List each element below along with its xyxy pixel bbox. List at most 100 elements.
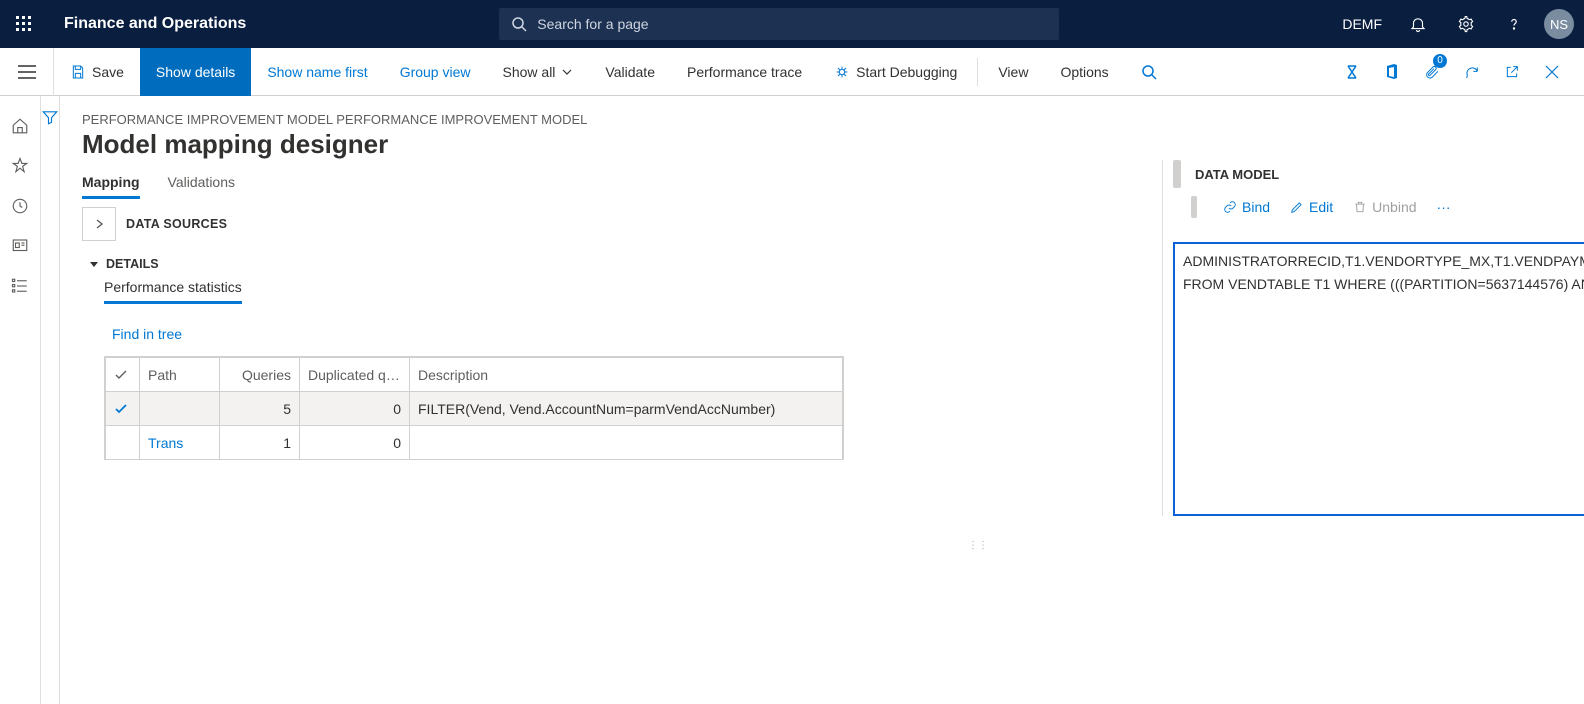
cell-description	[410, 426, 843, 460]
bug-icon	[834, 64, 850, 80]
content: PERFORMANCE IMPROVEMENT MODEL PERFORMANC…	[60, 96, 1584, 704]
tab-validations[interactable]: Validations	[168, 174, 235, 199]
close-icon[interactable]	[1534, 48, 1570, 96]
start-debug-label: Start Debugging	[856, 64, 957, 80]
unbind-button[interactable]: Unbind	[1353, 199, 1416, 215]
rail-modules-icon[interactable]	[0, 266, 40, 306]
rail-clock-icon[interactable]	[0, 186, 40, 226]
right-pane: DATA MODEL Bind Edit Unbind ··· ADMINIST…	[1162, 160, 1584, 516]
attach-icon[interactable]: 0	[1414, 48, 1450, 96]
search-wrap	[246, 8, 1332, 40]
cell-path[interactable]: Trans	[140, 426, 220, 460]
bell-icon[interactable]	[1396, 0, 1440, 48]
col-select[interactable]	[106, 358, 140, 392]
show-details-label: Show details	[156, 64, 235, 80]
attach-badge: 0	[1433, 54, 1447, 68]
group-view-button[interactable]: Group view	[384, 48, 487, 96]
left-pane: Mapping Validations DATA SOURCES DETAILS…	[82, 160, 1162, 516]
office-icon[interactable]	[1374, 48, 1410, 96]
more-button[interactable]: ···	[1437, 199, 1451, 215]
show-all-label: Show all	[503, 64, 556, 80]
group-view-label: Group view	[400, 64, 471, 80]
rail-star-icon[interactable]	[0, 146, 40, 186]
cell-duplicated: 0	[300, 426, 410, 460]
splitter-1[interactable]: ⋮⋮	[974, 536, 982, 554]
rail-workspace-icon[interactable]	[0, 226, 40, 266]
waffle-icon[interactable]	[0, 0, 48, 48]
action-bar: Save Show details Show name first Group …	[0, 48, 1584, 96]
filter-icon[interactable]	[41, 108, 59, 704]
row-select-cell[interactable]	[106, 392, 140, 426]
top-bar: Finance and Operations DEMF NS	[0, 0, 1584, 48]
hamburger-icon[interactable]	[0, 48, 54, 96]
save-icon	[70, 64, 86, 80]
search-input[interactable]	[537, 16, 1047, 32]
help-icon[interactable]	[1492, 0, 1536, 48]
top-right: DEMF NS	[1332, 0, 1584, 48]
options-button[interactable]: Options	[1044, 48, 1124, 96]
checkmark-icon	[114, 402, 128, 416]
show-name-first-button[interactable]: Show name first	[251, 48, 383, 96]
diamond-icon[interactable]	[1334, 48, 1370, 96]
edit-button[interactable]: Edit	[1290, 199, 1333, 215]
table-row[interactable]: 50FILTER(Vend, Vend.AccountNum=parmVendA…	[106, 392, 843, 426]
checkmark-icon	[114, 368, 128, 382]
grip-icon-2[interactable]	[1191, 196, 1197, 218]
breadcrumb: PERFORMANCE IMPROVEMENT MODEL PERFORMANC…	[82, 112, 1584, 127]
data-model-header: DATA MODEL	[1173, 160, 1584, 188]
row-select-cell[interactable]	[106, 426, 140, 460]
expand-datasources-button[interactable]	[82, 207, 116, 241]
col-queries[interactable]: Queries	[220, 358, 300, 392]
data-sources-label: DATA SOURCES	[126, 217, 227, 231]
cell-path[interactable]	[140, 392, 220, 426]
view-button[interactable]: View	[982, 48, 1044, 96]
unbind-label: Unbind	[1372, 199, 1416, 215]
save-label: Save	[92, 64, 124, 80]
show-details-button[interactable]: Show details	[140, 48, 251, 96]
cell-duplicated: 0	[300, 392, 410, 426]
tab-performance-statistics[interactable]: Performance statistics	[104, 279, 242, 304]
query-text-box[interactable]: ADMINISTRATORRECID,T1.VENDORTYPE_MX,T1.V…	[1173, 242, 1584, 516]
app-title: Finance and Operations	[48, 15, 246, 33]
details-label: DETAILS	[106, 257, 159, 271]
bind-button[interactable]: Bind	[1223, 199, 1270, 215]
table-row[interactable]: Trans10	[106, 426, 843, 460]
refresh-icon[interactable]	[1454, 48, 1490, 96]
actionbar-right: 0	[1334, 48, 1584, 96]
body: PERFORMANCE IMPROVEMENT MODEL PERFORMANC…	[0, 96, 1584, 704]
company-label[interactable]: DEMF	[1332, 0, 1392, 48]
pencil-icon	[1290, 200, 1304, 214]
grip-icon[interactable]	[1173, 160, 1181, 188]
cell-queries: 5	[220, 392, 300, 426]
tab-mapping[interactable]: Mapping	[82, 174, 140, 199]
performance-trace-button[interactable]: Performance trace	[671, 48, 818, 96]
search-box[interactable]	[499, 8, 1059, 40]
search-icon	[1141, 64, 1157, 80]
rail-home-icon[interactable]	[0, 106, 40, 146]
start-debugging-button[interactable]: Start Debugging	[818, 48, 973, 96]
cell-queries: 1	[220, 426, 300, 460]
col-path[interactable]: Path	[140, 358, 220, 392]
perf-trace-label: Performance trace	[687, 64, 802, 80]
find-in-tree-link[interactable]: Find in tree	[112, 326, 182, 342]
save-button[interactable]: Save	[54, 48, 140, 96]
options-label: Options	[1060, 64, 1108, 80]
cell-description: FILTER(Vend, Vend.AccountNum=parmVendAcc…	[410, 392, 843, 426]
trash-icon	[1353, 200, 1367, 214]
validate-label: Validate	[605, 64, 655, 80]
data-model-title: DATA MODEL	[1195, 167, 1279, 182]
view-label: View	[998, 64, 1028, 80]
show-all-dropdown[interactable]: Show all	[487, 48, 590, 96]
caret-down-icon	[88, 258, 100, 270]
perf-stats-table: Path Queries Duplicated que... Descripti…	[104, 356, 844, 460]
search-icon	[511, 16, 527, 32]
validate-button[interactable]: Validate	[589, 48, 671, 96]
col-description[interactable]: Description	[410, 358, 843, 392]
avatar[interactable]: NS	[1544, 9, 1574, 39]
details-header[interactable]: DETAILS	[88, 257, 1162, 271]
filter-column	[41, 96, 60, 704]
gear-icon[interactable]	[1444, 0, 1488, 48]
col-duplicated[interactable]: Duplicated que...	[300, 358, 410, 392]
actionbar-search-button[interactable]	[1125, 48, 1173, 96]
popout-icon[interactable]	[1494, 48, 1530, 96]
